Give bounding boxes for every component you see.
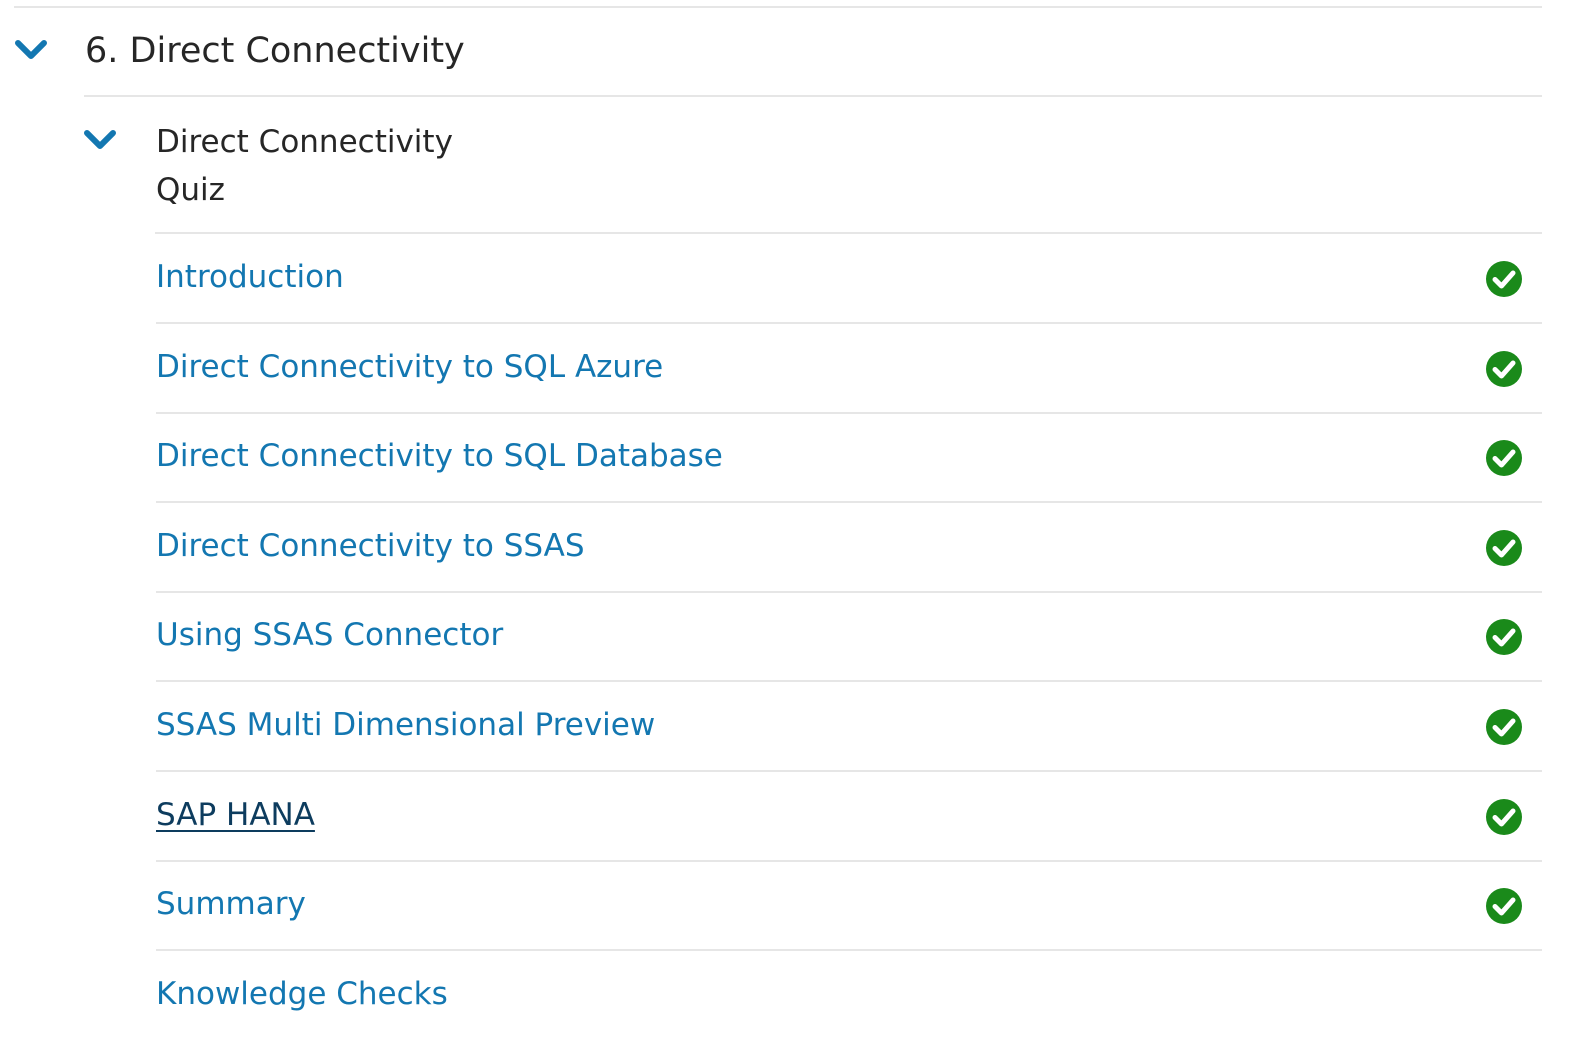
check-circle-icon: [1485, 618, 1523, 656]
chevron-down-icon[interactable]: [14, 38, 48, 62]
lesson-link[interactable]: Introduction: [156, 253, 344, 301]
check-circle-icon: [1485, 708, 1523, 746]
lesson-item[interactable]: Direct Connectivity to SQL Azure: [156, 324, 1542, 414]
lesson-item[interactable]: Introduction: [156, 234, 1542, 324]
check-circle-icon: [1485, 260, 1523, 298]
check-circle-icon: [1485, 798, 1523, 836]
subsection-title[interactable]: Direct Connectivity Quiz: [156, 118, 453, 214]
check-circle-icon: [1485, 350, 1523, 388]
check-circle-icon: [1485, 439, 1523, 477]
chevron-down-icon[interactable]: [83, 128, 117, 152]
lesson-link[interactable]: Summary: [156, 880, 306, 928]
check-circle-icon: [1485, 529, 1523, 567]
lesson-link[interactable]: Direct Connectivity to SQL Azure: [156, 343, 663, 391]
lesson-item[interactable]: SSAS Multi Dimensional Preview: [156, 682, 1542, 772]
lesson-item[interactable]: Direct Connectivity to SSAS: [156, 503, 1542, 593]
lesson-link[interactable]: SSAS Multi Dimensional Preview: [156, 701, 655, 749]
lesson-item[interactable]: Knowledge Checks: [156, 951, 1542, 1039]
section-divider: [84, 95, 1542, 97]
top-divider: [14, 6, 1542, 8]
lesson-link[interactable]: Using SSAS Connector: [156, 611, 503, 659]
lesson-item[interactable]: Using SSAS Connector: [156, 592, 1542, 683]
section-title[interactable]: 6. Direct Connectivity: [85, 26, 465, 76]
lesson-link[interactable]: SAP HANA: [156, 791, 315, 839]
subsection-title-line1: Direct Connectivity: [156, 124, 453, 160]
lesson-link[interactable]: Direct Connectivity to SSAS: [156, 522, 585, 570]
lesson-link[interactable]: Knowledge Checks: [156, 970, 448, 1018]
lesson-item[interactable]: Summary: [156, 861, 1542, 952]
lesson-link[interactable]: Direct Connectivity to SQL Database: [156, 432, 723, 480]
subsection-title-line2: Quiz: [156, 172, 225, 208]
lesson-item[interactable]: SAP HANA: [156, 772, 1542, 862]
lesson-item[interactable]: Direct Connectivity to SQL Database: [156, 413, 1542, 504]
check-circle-icon: [1485, 887, 1523, 925]
